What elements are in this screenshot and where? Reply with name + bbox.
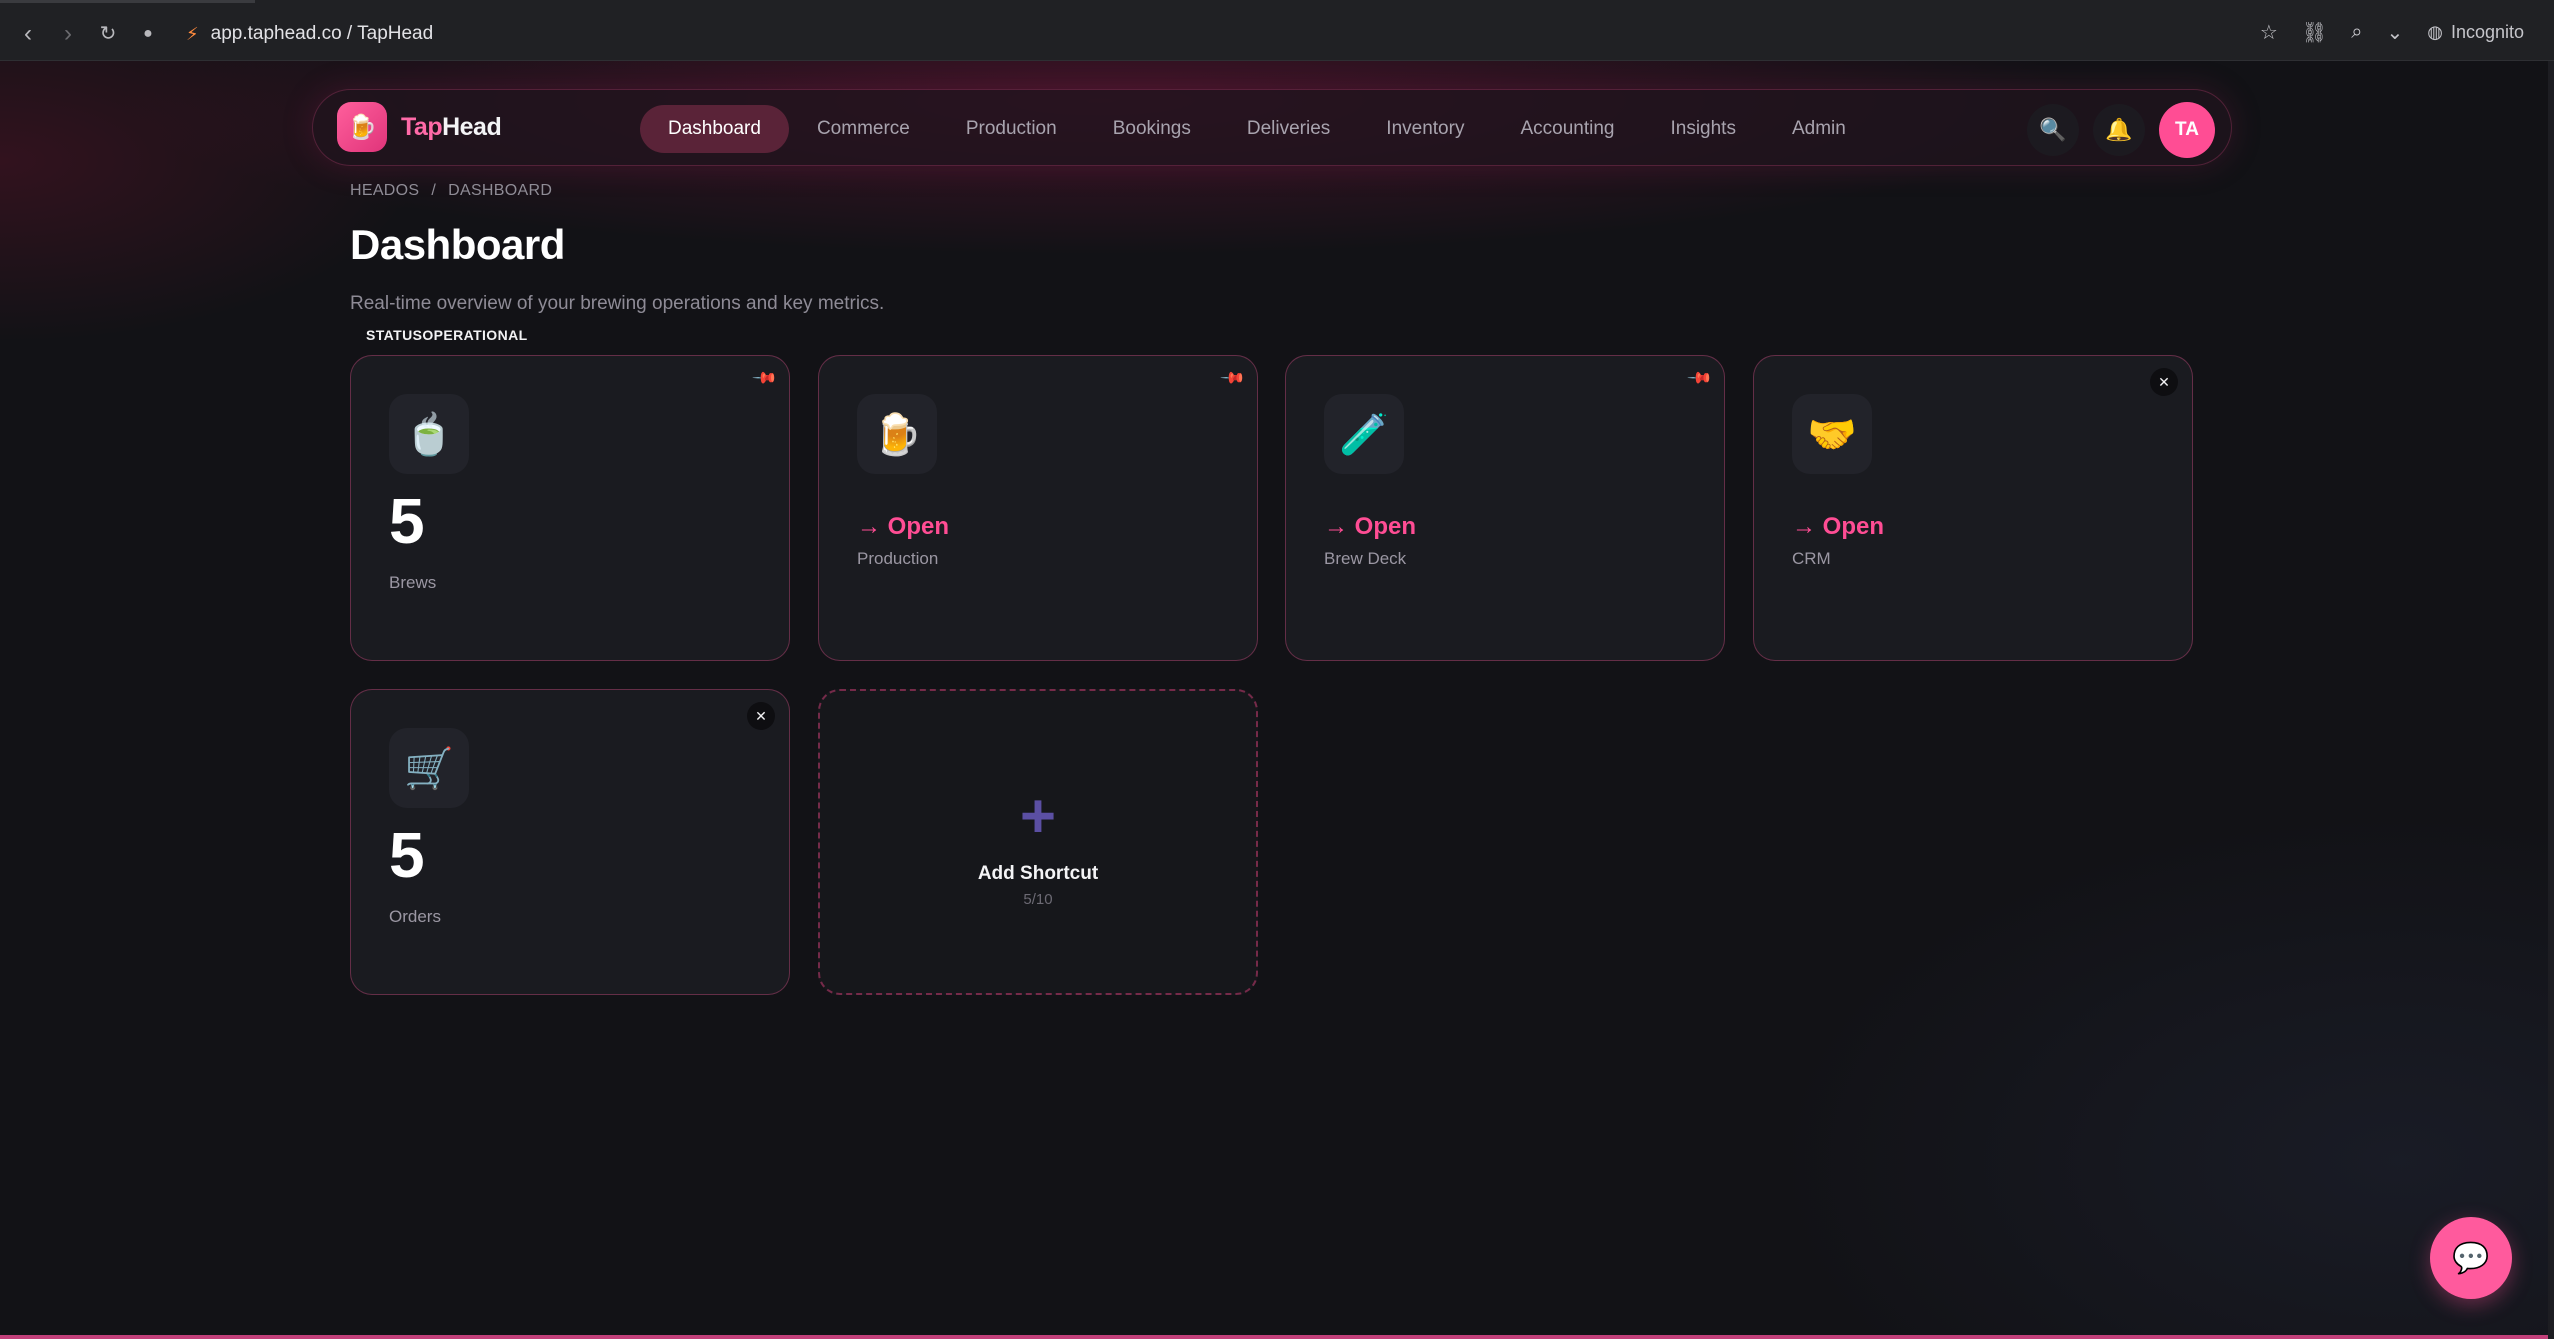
shortcut-label: CRM — [1792, 549, 1831, 568]
header-actions: 🔍 🔔 TA — [2027, 102, 2215, 158]
plus-icon: + — [1019, 782, 1057, 851]
app-viewport: 🍺 TapHead Dashboard Commerce Production … — [0, 61, 2554, 1339]
forward-icon[interactable]: › — [54, 20, 82, 48]
top-navbar: 🍺 TapHead Dashboard Commerce Production … — [312, 89, 2232, 166]
nav-inventory[interactable]: Inventory — [1358, 105, 1492, 153]
bookmark-star-icon[interactable]: ☆ — [2260, 20, 2278, 45]
pin-icon[interactable]: 📌 — [1219, 364, 1247, 392]
nav-commerce[interactable]: Commerce — [789, 105, 938, 153]
scrollbar-track[interactable] — [2548, 61, 2554, 1339]
nav-admin[interactable]: Admin — [1764, 105, 1874, 153]
open-link[interactable]: → Open — [1324, 513, 1416, 541]
nav-bookings[interactable]: Bookings — [1085, 105, 1219, 153]
search-button[interactable]: 🔍 — [2027, 104, 2079, 156]
nav-deliveries[interactable]: Deliveries — [1219, 105, 1358, 153]
address-text: app.taphead.co / TapHead — [210, 23, 434, 44]
open-link[interactable]: → Open — [1792, 513, 1884, 541]
avatar[interactable]: TA — [2159, 102, 2215, 158]
breadcrumb-root[interactable]: HEADOS — [350, 182, 419, 200]
chat-button[interactable]: 💬 — [2430, 1217, 2512, 1299]
add-shortcut-button[interactable]: + Add Shortcut 5/10 — [818, 689, 1258, 995]
metric-value: 5 — [389, 485, 425, 557]
test-tube-icon: 🧪 — [1324, 394, 1404, 474]
back-icon[interactable]: ‹ — [14, 20, 42, 48]
shortcut-card-brew-deck[interactable]: 🧪 📌 → Open Brew Deck — [1285, 355, 1725, 661]
microphone-icon[interactable]: ● — [134, 20, 162, 48]
address-bar[interactable]: ⚡ app.taphead.co / TapHead — [186, 17, 433, 51]
nav-accounting[interactable]: Accounting — [1492, 105, 1642, 153]
pin-icon[interactable]: 📌 — [751, 364, 779, 392]
notifications-button[interactable]: 🔔 — [2093, 104, 2145, 156]
close-icon[interactable]: ✕ — [2150, 368, 2178, 396]
link-icon[interactable]: ⛓ — [2302, 20, 2327, 45]
chat-bubble-icon: 💬 — [2452, 1241, 2490, 1275]
bell-icon: 🔔 — [2105, 117, 2133, 142]
breadcrumb: HEADOS / DASHBOARD — [350, 182, 552, 200]
brew-icon: 🍵 — [389, 394, 469, 474]
brand-name: TapHead — [401, 112, 502, 141]
shortcut-card-brews[interactable]: 🍵 📌 5 Brews — [350, 355, 790, 661]
close-icon[interactable]: ✕ — [747, 702, 775, 730]
pin-icon[interactable]: 📌 — [1686, 364, 1714, 392]
shortcut-label: Production — [857, 549, 939, 568]
incognito-icon: ◍ — [2427, 22, 2443, 42]
logo-icon: 🍺 — [337, 102, 387, 152]
shortcut-card-production[interactable]: 🍺 📌 → Open Production — [818, 355, 1258, 661]
site-bolt-icon: ⚡ — [186, 23, 199, 44]
breadcrumb-separator: / — [431, 182, 437, 199]
shopping-cart-icon: 🛒 — [389, 728, 469, 808]
breadcrumb-current: DASHBOARD — [448, 182, 553, 199]
bottom-border — [0, 1335, 2554, 1339]
handshake-icon: 🤝 — [1792, 394, 1872, 474]
nav-insights[interactable]: Insights — [1642, 105, 1763, 153]
status-label: STATUSOPERATIONAL — [366, 327, 528, 343]
page-subtitle: Real-time overview of your brewing opera… — [350, 293, 885, 314]
shortcut-card-orders[interactable]: 🛒 ✕ 5 Orders — [350, 689, 790, 995]
zoom-icon[interactable]: ⌕ — [2351, 21, 2362, 44]
incognito-indicator[interactable]: ◍ Incognito — [2427, 22, 2524, 43]
nav-production[interactable]: Production — [938, 105, 1085, 153]
beer-mug-icon: 🍺 — [857, 394, 937, 474]
reload-icon[interactable]: ↻ — [94, 20, 122, 48]
add-shortcut-label: Add Shortcut — [977, 863, 1099, 884]
tab-strip — [0, 0, 255, 3]
shortcut-label: Brew Deck — [1324, 549, 1407, 568]
chevron-down-icon[interactable]: ⌄ — [2386, 20, 2403, 45]
shortcut-count: 5/10 — [1023, 891, 1053, 908]
page-title: Dashboard — [350, 221, 565, 268]
brand[interactable]: 🍺 TapHead — [337, 102, 502, 152]
incognito-label: Incognito — [2450, 22, 2524, 42]
browser-actions: ☆ ⛓ ⌕ ⌄ ◍ Incognito — [2260, 20, 2524, 45]
nav-dashboard[interactable]: Dashboard — [640, 105, 789, 153]
shortcut-card-crm[interactable]: 🤝 ✕ → Open CRM — [1753, 355, 2193, 661]
open-link[interactable]: → Open — [857, 513, 949, 541]
main-menu: Dashboard Commerce Production Bookings D… — [640, 105, 1874, 153]
metric-label: Orders — [389, 907, 441, 926]
metric-value: 5 — [389, 819, 425, 891]
search-icon: 🔍 — [2039, 117, 2067, 142]
browser-toolbar: ‹ › ↻ ● ⚡ app.taphead.co / TapHead ☆ ⛓ ⌕… — [0, 0, 2554, 61]
metric-label: Brews — [389, 573, 437, 592]
